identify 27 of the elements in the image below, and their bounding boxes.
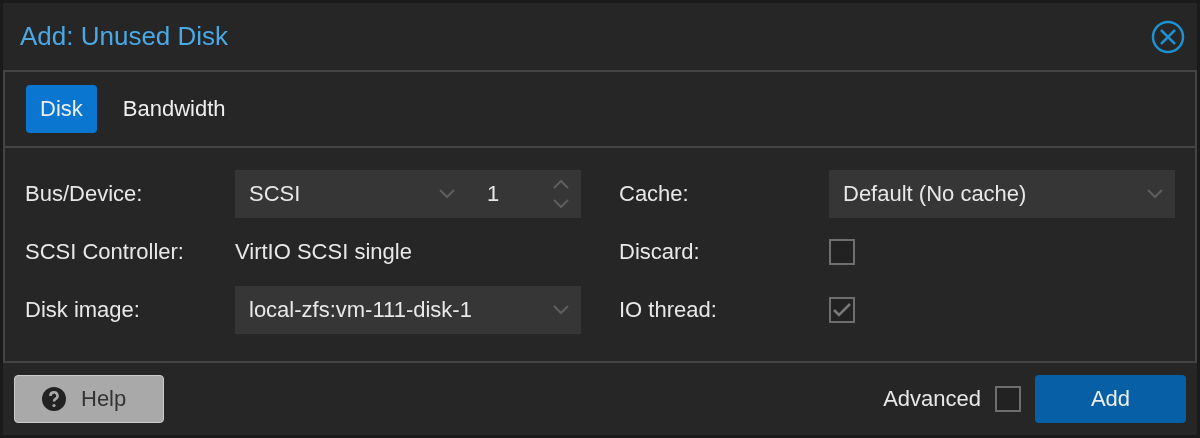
chevron-down-icon xyxy=(439,189,455,199)
field-label: Discard: xyxy=(619,239,701,265)
close-button[interactable] xyxy=(1151,19,1185,54)
spinner-arrows-icon xyxy=(553,179,569,209)
field-label: Bus/Device: xyxy=(25,181,144,207)
checkmark-icon xyxy=(832,302,852,318)
dialog-title: Add: Unused Disk xyxy=(20,21,229,52)
help-icon xyxy=(41,386,67,412)
chevron-down-icon xyxy=(1147,189,1163,199)
checkbox[interactable] xyxy=(995,386,1021,412)
tab[interactable]: Bandwidth xyxy=(108,85,240,133)
select-field[interactable]: Default (No cache) xyxy=(829,170,1175,218)
add-button[interactable]: Add xyxy=(1035,375,1186,423)
device-number-field[interactable]: 1 xyxy=(467,170,581,218)
field-label: Cache: xyxy=(619,181,690,207)
chevron-down-icon xyxy=(553,305,569,315)
tab[interactable]: Disk xyxy=(26,85,97,133)
advanced-label: Advanced xyxy=(883,386,981,412)
field-label: IO thread: xyxy=(619,297,718,323)
checkbox[interactable] xyxy=(829,297,855,323)
field-value: VirtIO SCSI single xyxy=(235,239,412,265)
field-label: Disk image: xyxy=(25,297,141,323)
checkbox[interactable] xyxy=(829,239,855,265)
field-label: SCSI Controller: xyxy=(25,239,185,265)
bus-select[interactable]: SCSI xyxy=(235,170,467,218)
help-button[interactable]: Help xyxy=(14,375,164,423)
select-field[interactable]: local-zfs:vm-111-disk-1 xyxy=(235,286,581,334)
